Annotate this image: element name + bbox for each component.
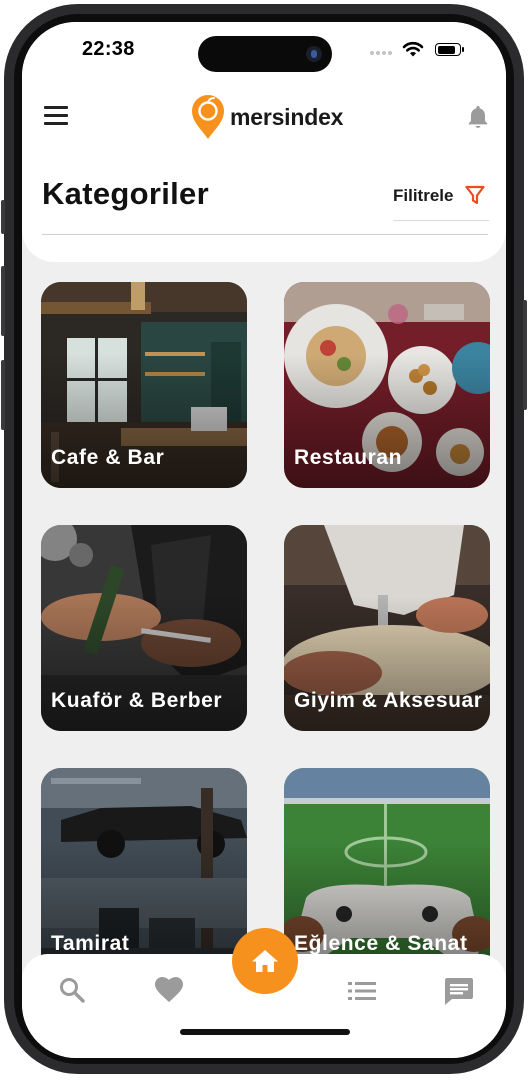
- header-panel: 22:38 mersindex Kategoriler Filitrele: [22, 22, 506, 262]
- category-card-tamirat[interactable]: Tamirat: [41, 768, 247, 974]
- power-button: [523, 300, 527, 410]
- menu-button[interactable]: [44, 106, 70, 126]
- chat-icon[interactable]: [444, 976, 474, 1006]
- orange-pin-icon: [192, 95, 224, 139]
- category-card-eglence-sanat[interactable]: Eğlence & Sanat: [284, 768, 490, 974]
- app-screen: 22:38 mersindex Kategoriler Filitrele Ca…: [22, 22, 506, 1058]
- category-label: Cafe & Bar: [51, 446, 165, 469]
- home-icon: [252, 950, 278, 972]
- status-time: 22:38: [82, 38, 135, 60]
- category-label: Giyim & Aksesuar: [294, 689, 483, 712]
- category-label: Restauran: [294, 446, 403, 469]
- category-card-restauran[interactable]: Restauran: [284, 282, 490, 488]
- mute-switch: [1, 200, 5, 234]
- notification-bell-icon[interactable]: [466, 104, 490, 130]
- list-icon[interactable]: [348, 980, 376, 1002]
- category-card-kuafor-berber[interactable]: Kuaför & Berber: [41, 525, 247, 731]
- category-card-giyim-aksesuar[interactable]: Giyim & Aksesuar: [284, 525, 490, 731]
- page-title: Kategoriler: [42, 176, 209, 211]
- filter-button[interactable]: Filitrele: [393, 180, 489, 221]
- brand-name: mersindex: [230, 104, 344, 130]
- volume-down-button: [1, 360, 5, 430]
- header-divider: [42, 234, 488, 235]
- dynamic-island: [198, 36, 332, 72]
- volume-up-button: [1, 266, 5, 336]
- cellular-signal-icon: [370, 51, 394, 57]
- category-label: Kuaför & Berber: [51, 689, 223, 712]
- filter-funnel-icon: [465, 185, 485, 205]
- filter-label: Filitrele: [393, 186, 454, 205]
- battery-icon: [435, 43, 464, 56]
- search-icon[interactable]: [58, 976, 86, 1004]
- heart-icon[interactable]: [154, 976, 184, 1004]
- category-card-cafe-bar[interactable]: Cafe & Bar: [41, 282, 247, 488]
- home-indicator: [180, 1029, 350, 1035]
- wifi-icon: [402, 41, 424, 57]
- camera-icon: [306, 46, 322, 62]
- home-button[interactable]: [232, 928, 298, 994]
